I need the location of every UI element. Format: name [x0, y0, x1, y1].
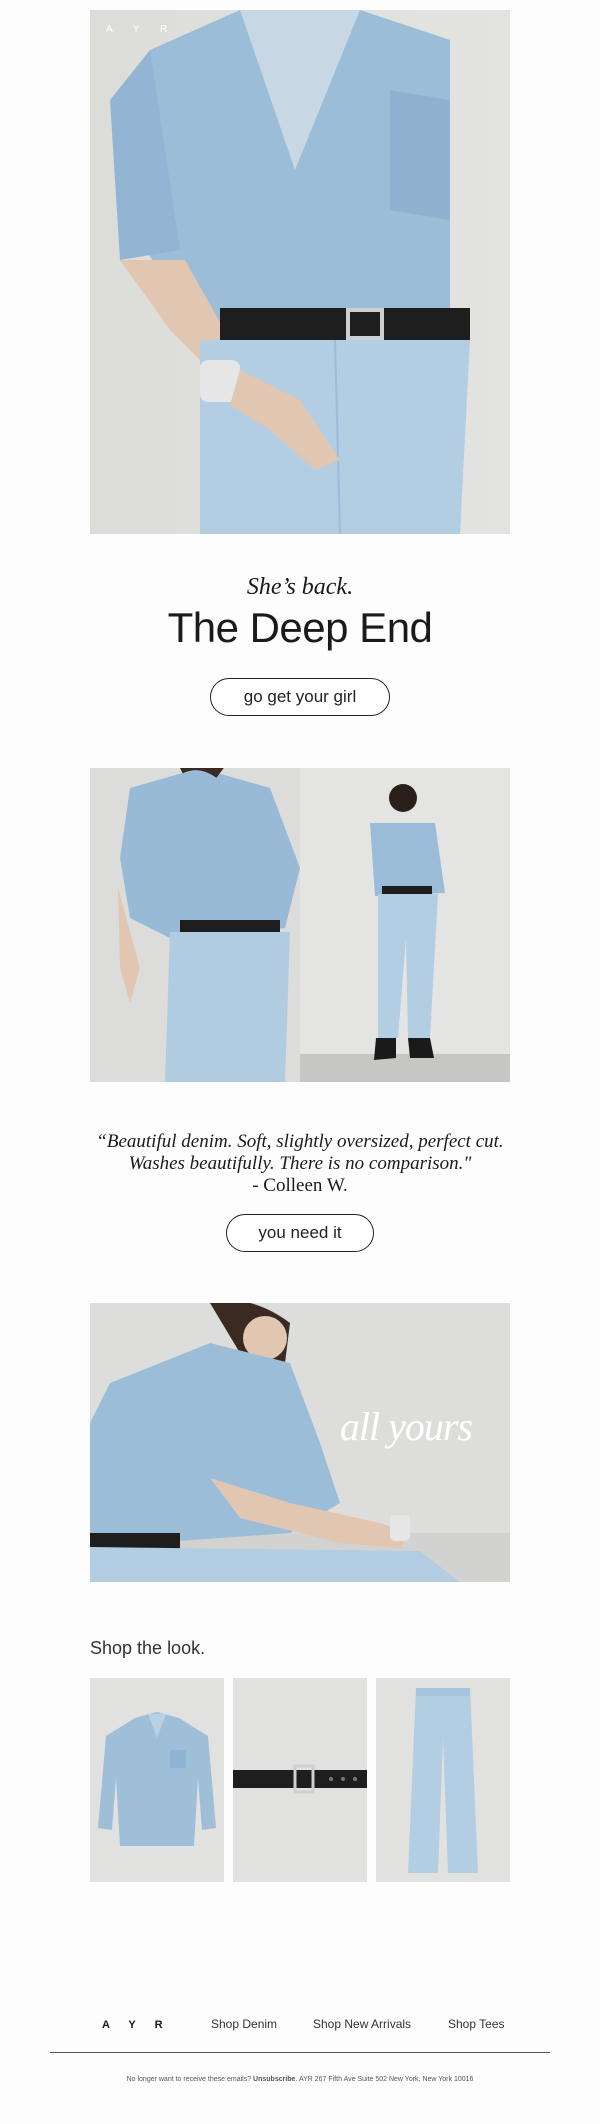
footer-legal: No longer want to receive these emails? …	[0, 2076, 600, 2083]
product-denim-shirt[interactable]	[90, 1678, 224, 1882]
hero-kicker: She’s back.	[246, 574, 354, 600]
you-need-it-button[interactable]: you need it	[226, 1214, 374, 1252]
brand-logo[interactable]: A Y R	[106, 24, 176, 35]
unsubscribe-link[interactable]: Unsubscribe	[253, 2076, 295, 2083]
footer-logo[interactable]: A Y R	[102, 2019, 171, 2031]
legal-address: . AYR 267 Fifth Ave Suite 502 New York, …	[295, 2076, 474, 2083]
feature-image[interactable]: all yours	[90, 1303, 510, 1582]
hero-denim-illustration	[110, 10, 470, 534]
jeans-icon	[408, 1688, 478, 1873]
review-quote-line-1: “Beautiful denim. Soft, slightly oversiz…	[96, 1131, 504, 1152]
footer-link-shop-denim[interactable]: Shop Denim	[211, 2017, 277, 2031]
review-author: - Colleen W.	[252, 1175, 348, 1196]
two-up-illustration	[90, 768, 510, 1082]
two-up-image[interactable]	[90, 768, 510, 1082]
footer-divider	[50, 2052, 550, 2053]
belt-icon	[233, 1764, 367, 1794]
denim-shirt-icon	[98, 1712, 216, 1846]
review-quote-line-2: Washes beautifully. There is no comparis…	[128, 1153, 472, 1174]
hero-image[interactable]: A Y R	[90, 10, 510, 534]
go-get-your-girl-button[interactable]: go get your girl	[210, 678, 390, 716]
product-black-belt[interactable]	[233, 1678, 367, 1882]
shop-the-look-title: Shop the look.	[90, 1638, 206, 1658]
product-light-wash-jeans[interactable]	[376, 1678, 510, 1882]
legal-prefix: No longer want to receive these emails?	[126, 2076, 254, 2083]
footer-link-shop-tees[interactable]: Shop Tees	[448, 2017, 505, 2031]
all-yours-overlay: all yours	[339, 1404, 473, 1449]
footer-link-shop-new-arrivals[interactable]: Shop New Arrivals	[313, 2017, 411, 2031]
hero-title: The Deep End	[167, 604, 433, 651]
